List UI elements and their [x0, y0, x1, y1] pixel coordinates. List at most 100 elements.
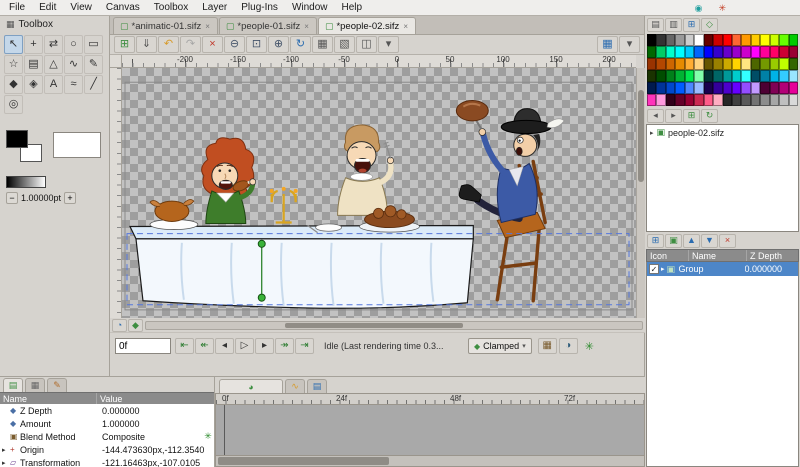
palette-swatch[interactable]: [741, 70, 751, 82]
zoom-tool[interactable]: ◎: [4, 95, 23, 114]
timetrack-scroll-thumb[interactable]: [218, 457, 390, 465]
menu-window[interactable]: Window: [285, 1, 335, 14]
palette-swatch[interactable]: [647, 94, 657, 106]
palette-swatch[interactable]: [788, 82, 798, 94]
transform-tool[interactable]: ↖: [4, 35, 23, 54]
palette-swatch[interactable]: [722, 34, 732, 46]
canvas-hscrollbar[interactable]: [145, 320, 643, 330]
palette-swatch[interactable]: [769, 34, 780, 46]
transform-handle[interactable]: [257, 239, 266, 248]
expander-icon[interactable]: ▸: [2, 446, 10, 454]
time-cursor[interactable]: [224, 405, 225, 455]
spline-tool[interactable]: ∿: [64, 55, 83, 74]
palette-swatch[interactable]: [760, 46, 770, 58]
param-value[interactable]: -144.473630px,-112.3540: [99, 445, 214, 455]
tab-curves[interactable]: ∿: [285, 379, 305, 393]
canvas-tab-animatic-01-sifz[interactable]: ▢ *animatic-01.sifz ×: [113, 17, 218, 34]
tab-keyframes[interactable]: ✎: [47, 378, 67, 392]
palette-swatch[interactable]: [675, 94, 685, 106]
palette-save-button[interactable]: ▥: [665, 17, 682, 32]
palette-swatch[interactable]: [647, 46, 657, 58]
palette-swatch[interactable]: [769, 58, 780, 70]
onion-skin-button[interactable]: ◫: [356, 36, 377, 53]
layer-row-group[interactable]: ✓ ▸ ▣ Group 0.000000: [647, 262, 798, 276]
expander-icon[interactable]: ▸: [650, 129, 654, 137]
expander-icon[interactable]: ▸: [2, 459, 10, 467]
library-forward-button[interactable]: ▸: [665, 108, 682, 123]
palette-swatch[interactable]: [779, 70, 789, 82]
width-tool[interactable]: ≈: [64, 75, 83, 94]
menu-canvas[interactable]: Canvas: [99, 1, 147, 14]
artwork-woman[interactable]: [201, 137, 257, 224]
palette-swatch[interactable]: [713, 94, 723, 106]
artwork-table[interactable]: [129, 224, 474, 309]
gradient-tool[interactable]: ▤: [24, 55, 43, 74]
fill-tool[interactable]: ◆: [4, 75, 23, 94]
eyedrop-tool[interactable]: ◈: [24, 75, 43, 94]
tab-meta[interactable]: ▤: [307, 379, 327, 393]
palette-swatch[interactable]: [675, 34, 685, 46]
star-tool[interactable]: ☆: [4, 55, 23, 74]
hscrollbar-thumb[interactable]: [284, 322, 464, 328]
palette-swatch[interactable]: [722, 46, 732, 58]
palette-swatch[interactable]: [760, 58, 770, 70]
canvas-tab-people-02-sifz[interactable]: ▢ *people-02.sifz ×: [317, 17, 416, 34]
width-increase-button[interactable]: +: [64, 192, 77, 204]
palette-swatch[interactable]: [779, 58, 789, 70]
palette-swatch[interactable]: [731, 58, 742, 70]
zoom-in-button[interactable]: ⊕: [268, 36, 289, 53]
palette-swatch[interactable]: [694, 94, 704, 106]
palette-swatch[interactable]: [694, 46, 704, 58]
layers-delete-button[interactable]: ×: [719, 233, 736, 248]
palette-swatch[interactable]: [731, 82, 742, 94]
canvas-tab-people-01-sifz[interactable]: ▢ *people-01.sifz ×: [218, 17, 317, 34]
palette-swatch[interactable]: [656, 70, 666, 82]
tab-params[interactable]: ▤: [3, 378, 23, 392]
palette-swatch[interactable]: [722, 82, 732, 94]
palette-swatch[interactable]: [665, 82, 676, 94]
palette-swatch[interactable]: [647, 82, 657, 94]
palette-swatch[interactable]: [731, 46, 742, 58]
smooth-move-tool[interactable]: +: [24, 35, 43, 54]
clear-undo-button[interactable]: ×: [202, 36, 223, 53]
param-value[interactable]: -121.16463px,-107.0105: [99, 458, 214, 467]
palette-swatch[interactable]: [665, 46, 676, 58]
palette-swatch[interactable]: [684, 82, 695, 94]
palette-swatch[interactable]: [703, 34, 714, 46]
palette-swatch[interactable]: [741, 82, 751, 94]
palette-swatch[interactable]: [713, 58, 723, 70]
tab-close-icon[interactable]: ×: [204, 22, 211, 31]
param-value[interactable]: Composite: [99, 432, 202, 442]
time-loop-button[interactable]: ◔: [112, 318, 127, 332]
layers-raise-button[interactable]: ▲: [683, 233, 700, 248]
palette-swatch[interactable]: [665, 58, 676, 70]
quality-button[interactable]: ▾: [378, 36, 399, 53]
layers-lower-button[interactable]: ▼: [701, 233, 718, 248]
menu-edit[interactable]: Edit: [32, 1, 63, 14]
tab-close-icon[interactable]: ×: [402, 22, 409, 31]
circle-tool[interactable]: ○: [64, 35, 83, 54]
preview-options-button[interactable]: ◑: [558, 338, 578, 354]
palette-swatch[interactable]: [788, 46, 798, 58]
palette-swatch[interactable]: [769, 70, 780, 82]
resolution-button[interactable]: ▦: [597, 36, 618, 53]
palette-swatch[interactable]: [703, 46, 714, 58]
palette-swatch[interactable]: [713, 46, 723, 58]
param-row-z-depth[interactable]: ◆ Z Depth 0.000000: [0, 404, 214, 417]
palette-swatch[interactable]: [788, 70, 798, 82]
snap-grid-button[interactable]: ▧: [334, 36, 355, 53]
palette-swatch[interactable]: [684, 94, 695, 106]
polygon-tool[interactable]: △: [44, 55, 63, 74]
tab-close-icon[interactable]: ×: [303, 22, 310, 31]
artwork-hat-man[interactable]: [455, 100, 565, 303]
palette-swatch[interactable]: [750, 94, 761, 106]
tab-timetrack[interactable]: ◕: [219, 379, 283, 393]
palette-swatch[interactable]: [760, 82, 770, 94]
palette-swatch[interactable]: [788, 34, 798, 46]
width-decrease-button[interactable]: −: [6, 192, 18, 204]
palette-swatch[interactable]: [741, 94, 751, 106]
undo-button[interactable]: ↶: [158, 36, 179, 53]
palette-swatch[interactable]: [684, 34, 695, 46]
palette-swatch[interactable]: [656, 58, 666, 70]
palette-swatch[interactable]: [769, 82, 780, 94]
